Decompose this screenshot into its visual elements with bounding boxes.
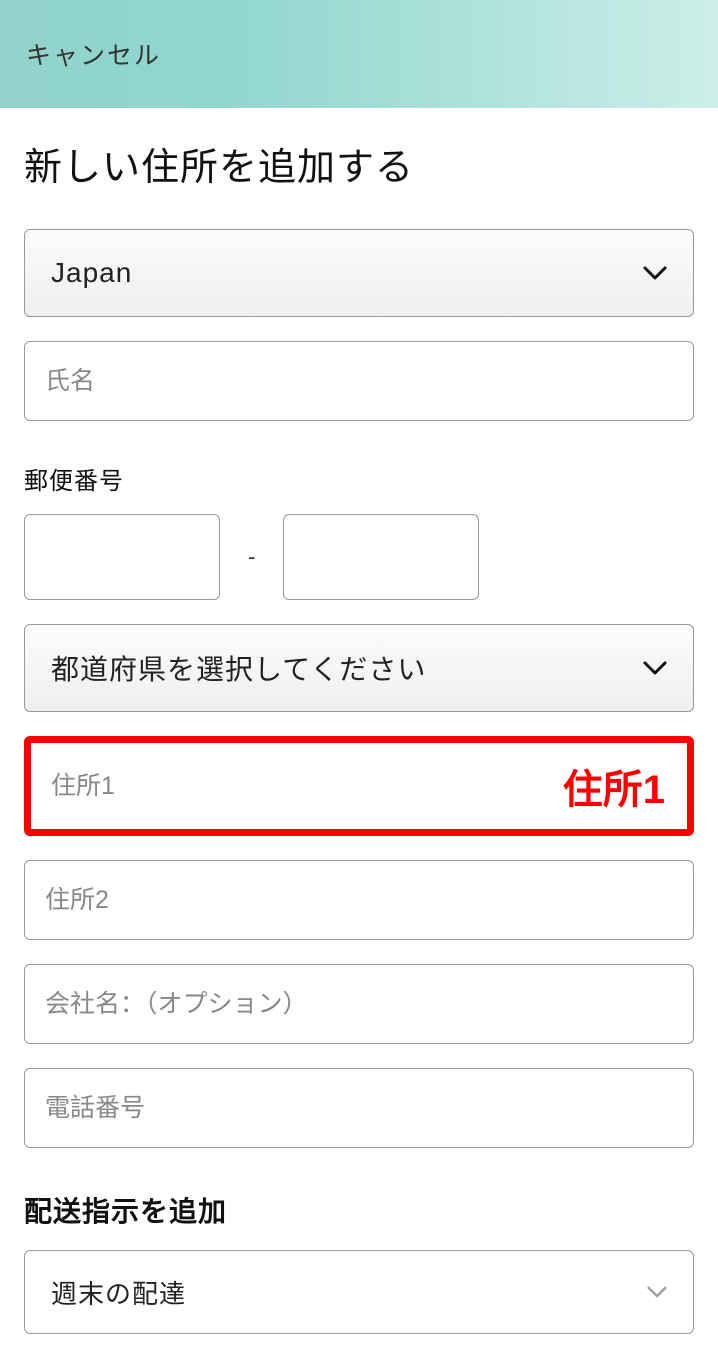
postal-input-2[interactable] <box>283 514 479 600</box>
content-area: 新しい住所を追加する Japan 郵便番号 - 都道府県を選択してください 住所… <box>0 108 718 1334</box>
page-title: 新しい住所を追加する <box>24 136 694 191</box>
prefecture-select-label: 都道府県を選択してください <box>51 648 426 688</box>
chevron-down-icon <box>643 266 667 280</box>
phone-input[interactable] <box>24 1068 694 1148</box>
delivery-option-select[interactable]: 週末の配達 <box>24 1250 694 1334</box>
country-select[interactable]: Japan <box>24 229 694 317</box>
address1-input[interactable] <box>31 743 687 829</box>
delivery-section-title: 配送指示を追加 <box>24 1190 694 1230</box>
delivery-option-label: 週末の配達 <box>51 1274 186 1311</box>
header-bar: キャンセル <box>0 0 718 108</box>
postal-code-row: - <box>24 514 694 600</box>
country-select-label: Japan <box>51 257 132 289</box>
postal-separator: - <box>248 544 255 570</box>
chevron-down-icon <box>647 1286 667 1298</box>
address2-input[interactable] <box>24 860 694 940</box>
prefecture-select[interactable]: 都道府県を選択してください <box>24 624 694 712</box>
chevron-down-icon <box>643 661 667 675</box>
company-input[interactable] <box>24 964 694 1044</box>
cancel-button[interactable]: キャンセル <box>26 36 161 72</box>
address1-highlight: 住所1 <box>24 736 694 836</box>
name-input[interactable] <box>24 341 694 421</box>
postal-input-1[interactable] <box>24 514 220 600</box>
postal-code-label: 郵便番号 <box>24 461 694 496</box>
